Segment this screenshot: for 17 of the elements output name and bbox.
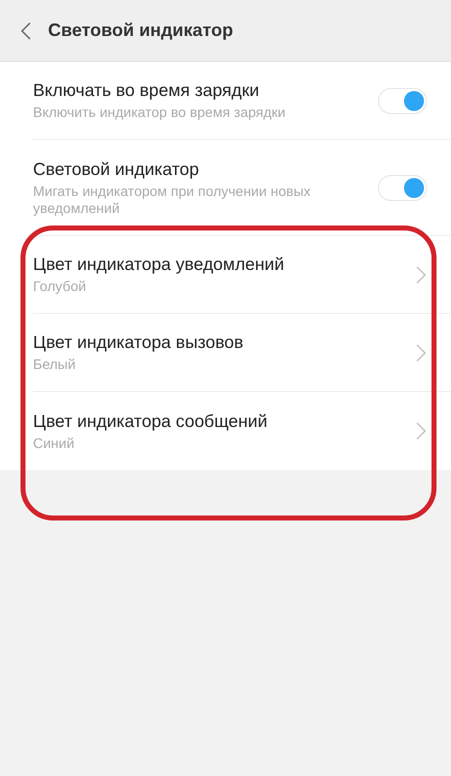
setting-subtitle: Мигать индикатором при получении новых уведомлений [33, 182, 312, 216]
setting-title: Цвет индикатора уведомлений [33, 254, 286, 276]
setting-title: Цвет индикатора сообщений [33, 410, 268, 432]
setting-subtitle: Синий [33, 434, 76, 452]
setting-title: Световой индикатор [33, 158, 200, 180]
setting-title: Цвет индикатора вызовов [33, 332, 244, 354]
chevron-icon[interactable] [415, 421, 427, 441]
toggle-switch[interactable] [378, 174, 427, 200]
toggle-switch[interactable] [378, 88, 427, 114]
chevron-icon[interactable] [415, 264, 427, 284]
setting-title: Включать во время зарядки [33, 80, 260, 102]
page-title: Световой индикатор [48, 20, 234, 41]
chevron-icon[interactable] [415, 342, 427, 362]
setting-subtitle: Белый [33, 356, 77, 373]
setting-subtitle: Голубой [33, 278, 88, 295]
setting-subtitle: Включить индикатор во время зарядки [33, 104, 286, 121]
back-icon [21, 22, 31, 40]
